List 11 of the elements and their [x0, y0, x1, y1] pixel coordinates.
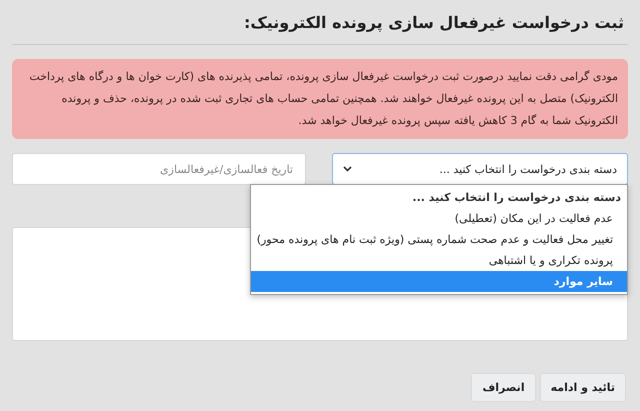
dropdown-option[interactable]: عدم فعالیت در این مکان (تعطیلی): [250, 208, 627, 229]
chevron-down-icon: [343, 166, 352, 172]
action-button[interactable]: انصراف: [471, 373, 536, 402]
dropdown-option[interactable]: دسته بندی درخواست را انتخاب کنید ...: [250, 187, 627, 208]
dropdown-option[interactable]: پرونده تکراری و یا اشتباهی: [250, 250, 627, 271]
dropdown-option[interactable]: تغییر محل فعالیت و عدم صحت شماره پستی (ویژه ثبت نام های پرونده محور): [250, 229, 627, 250]
category-select[interactable]: دسته بندی درخواست را انتخاب کنید ...: [332, 153, 628, 185]
page-title: ثبت درخواست غیرفعال سازی پرونده الکترونیک:: [242, 12, 625, 34]
date-field[interactable]: تاریخ فعالسازی/غیرفعالسازی: [12, 153, 306, 185]
action-button[interactable]: تائید و ادامه: [540, 373, 626, 402]
warning-alert: مودی گرامی دقت نمایید درصورت ثبت درخواست غیرفعال سازی پرونده، تمامی پذیرنده های (کارت خوان ها و درگاه های پرداخت الکترونیک) متصل به این پرونده غیرفعال خواهند شد. همچنین تمامی حساب های تجاری ثبت شده در پرونده، حذف و پرونده الکترونیک شما به گام 3 کاهش یافته سپس پرونده غیرفعال خواهد شد.: [12, 59, 628, 139]
